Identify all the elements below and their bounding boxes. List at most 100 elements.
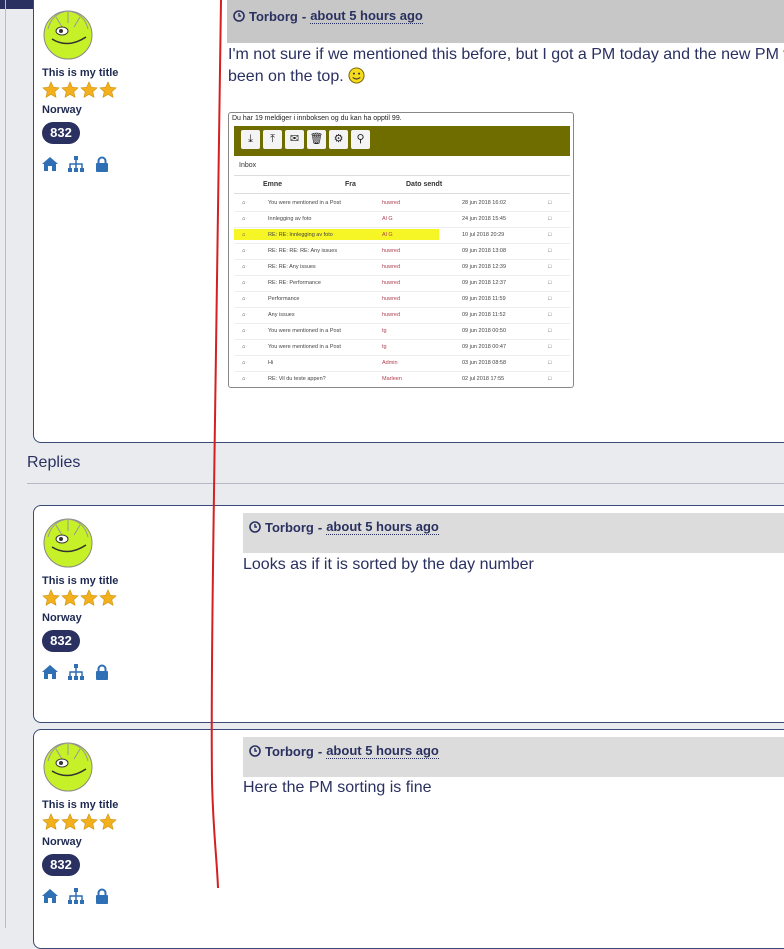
star-icon: [42, 813, 60, 830]
col-subject: Emne: [263, 181, 283, 188]
message-checkbox: □: [548, 312, 552, 318]
post-meta: Torborg - about 5 hours ago: [233, 8, 423, 24]
star-icon: [42, 81, 60, 98]
embedded-screenshot[interactable]: Du har 19 meldiger i innboksen og du kan…: [228, 112, 574, 388]
message-date: 09 jun 2018 00:50: [462, 328, 507, 334]
message-subject: RE: RE: Any issues: [268, 264, 316, 270]
sitemap-icon[interactable]: [68, 888, 84, 904]
star-icon: [99, 81, 117, 98]
profile-links: [42, 888, 110, 904]
search-icon: ⚲: [351, 130, 370, 149]
message-subject: RE: RE: Innlegging av foto: [268, 232, 333, 238]
trash-icon: 🗑: [307, 130, 326, 149]
envelope-icon: ⌂: [242, 376, 246, 382]
envelope-icon: ⌂: [242, 360, 246, 366]
message-checkbox: □: [548, 296, 552, 302]
message-checkbox: □: [548, 344, 552, 350]
lock-icon[interactable]: [94, 888, 110, 904]
message-date: 10 jul 2018 20:29: [462, 232, 505, 238]
message-row: ⌂ You were mentioned in a Post tg 09 jun 20…: [234, 339, 570, 356]
envelope-icon: ⌂: [242, 280, 246, 286]
left-border: [5, 0, 6, 928]
message-from: huwred: [382, 312, 401, 318]
message-date: 09 jun 2018 12:39: [462, 264, 507, 270]
message-from: huwred: [382, 200, 401, 206]
message-row: ⌂ RE: RE: Innlegging av foto Al G 10 jul 20…: [234, 227, 570, 244]
message-date: 09 jun 2018 13:08: [462, 248, 507, 254]
message-subject: RE: RE: RE: RE: Any issues: [268, 248, 338, 254]
message-subject: Performance: [268, 296, 300, 302]
message-row: ⌂ Any issues huwred 09 jun 2018 11:52 □: [234, 307, 570, 324]
meta-separator: -: [317, 519, 323, 535]
message-row: ⌂ Performance huwred 09 jun 2018 11:59 □: [234, 291, 570, 308]
home-icon[interactable]: [42, 888, 58, 904]
replies-divider: [27, 483, 784, 484]
message-checkbox: □: [548, 376, 552, 382]
avatar[interactable]: [42, 9, 94, 61]
star-icon: [61, 589, 79, 606]
star-icon: [42, 589, 60, 606]
user-country: Norway: [42, 836, 82, 848]
message-date: 09 jun 2018 00:47: [462, 344, 507, 350]
author-name[interactable]: Torborg: [265, 744, 314, 759]
user-title: This is my title: [42, 799, 119, 811]
post-time[interactable]: about 5 hours ago: [326, 519, 439, 535]
clock-icon: [249, 521, 261, 533]
star-icon: [99, 813, 117, 830]
message-from: huwred: [382, 248, 401, 254]
divider: [234, 175, 570, 176]
user-title: This is my title: [42, 67, 119, 79]
message-row: ⌂ Hi Admin 03 jun 2018 08:58 □: [234, 355, 570, 372]
mail-icon: ✉: [285, 130, 304, 149]
message-row: ⌂ RE: RE: Performance huwred 09 jun 2018 12…: [234, 275, 570, 292]
profile-links: [42, 156, 110, 172]
message-date: 09 jun 2018 11:59: [462, 296, 506, 302]
author-name[interactable]: Torborg: [265, 520, 314, 535]
col-date: Dato sendt: [406, 181, 443, 188]
sitemap-icon[interactable]: [68, 156, 84, 172]
envelope-icon: ⌂: [242, 216, 246, 222]
message-checkbox: □: [548, 328, 552, 334]
post-body: Looks as if it is sorted by the day numb…: [243, 556, 534, 573]
message-date: 09 jun 2018 12:37: [462, 280, 507, 286]
envelope-icon: ⌂: [242, 296, 246, 302]
message-from: huwred: [382, 296, 401, 302]
rank-stars: [42, 81, 117, 99]
message-from: tg: [382, 344, 387, 350]
message-from: Al G: [382, 216, 393, 222]
author-name[interactable]: Torborg: [249, 9, 298, 24]
message-subject: RE: Vil du teste appen?: [268, 376, 326, 382]
avatar[interactable]: [42, 741, 94, 793]
avatar[interactable]: [42, 517, 94, 569]
message-subject: You were mentioned in a Post: [268, 344, 341, 350]
post-body-line: been on the top.: [228, 66, 784, 88]
user-country: Norway: [42, 612, 82, 624]
envelope-icon: ⌂: [242, 312, 246, 318]
sitemap-icon[interactable]: [68, 664, 84, 680]
lock-icon[interactable]: [94, 156, 110, 172]
message-row: ⌂ Innlegging av foto Al G 24 jun 2018 15:45…: [234, 211, 570, 228]
post-time[interactable]: about 5 hours ago: [326, 743, 439, 759]
message-checkbox: □: [548, 232, 552, 238]
home-icon[interactable]: [42, 664, 58, 680]
message-date: 03 jun 2018 08:58: [462, 360, 507, 366]
message-subject: You were mentioned in a Post: [268, 200, 341, 206]
lock-icon[interactable]: [94, 664, 110, 680]
inbox-caption: Du har 19 meldiger i innboksen og du kan…: [232, 115, 402, 122]
meta-separator: -: [301, 8, 307, 24]
inbox-toolbar: ⤓ ⤒ ✉ 🗑 ⚙ ⚲: [234, 126, 570, 156]
message-checkbox: □: [548, 280, 552, 286]
post-count-badge: 832: [42, 122, 80, 144]
post-header: Torborg - about 5 hours ago: [243, 737, 784, 777]
message-from: huwred: [382, 280, 401, 286]
clock-icon: [249, 745, 261, 757]
post-time[interactable]: about 5 hours ago: [310, 8, 423, 24]
star-icon: [61, 81, 79, 98]
message-checkbox: □: [548, 264, 552, 270]
profile-links: [42, 664, 110, 680]
message-subject: RE: RE: Performance: [268, 280, 321, 286]
message-from: Marleen: [382, 376, 402, 382]
upload-icon: ⤒: [263, 130, 282, 149]
message-date: 28 jun 2018 16:02: [462, 200, 507, 206]
home-icon[interactable]: [42, 156, 58, 172]
